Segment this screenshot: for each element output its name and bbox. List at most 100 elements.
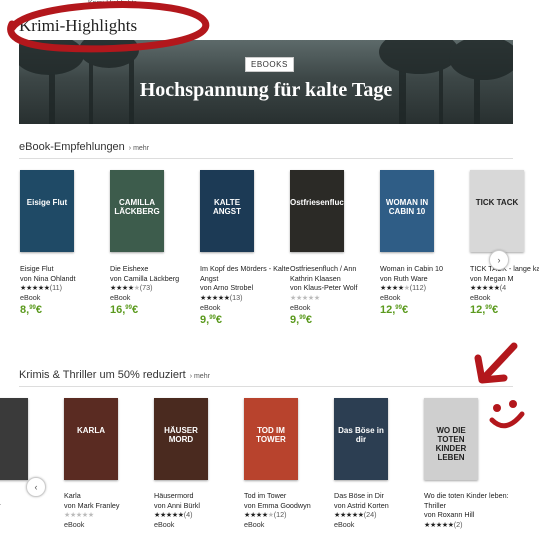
price-cents: 99 xyxy=(299,314,306,321)
price-main: 12, xyxy=(470,303,486,316)
cover-title: TICK TACK xyxy=(475,198,519,207)
carousel-prev-button[interactable]: ‹ xyxy=(26,477,46,497)
book-item[interactable]: Woman in Cabin 10 von Ruth Ware ★★★★★(112)… xyxy=(380,264,470,318)
star-rating-icon: ★★★★★ xyxy=(64,510,94,520)
book-title[interactable]: Woman in Cabin 10 xyxy=(380,264,470,274)
rating-count: (24) xyxy=(363,510,377,520)
book-item[interactable]: Tod im Tower von Emma Goodwyn ★★★★★(12) eBo… xyxy=(244,491,334,530)
rating: ★★★★★(24) xyxy=(334,510,424,520)
book-format: eBook xyxy=(110,293,131,303)
book-price: 9,99€ xyxy=(200,313,290,328)
book-cover[interactable]: KARLA xyxy=(64,398,118,480)
book-format: eBook xyxy=(200,302,221,312)
book-author[interactable]: von Camilla Läckberg xyxy=(110,274,200,284)
book-price: 9,99€ xyxy=(290,313,380,328)
page-title: Krimi-Highlights xyxy=(19,16,138,35)
book-item[interactable]: Im Kopf des Mörders - Kalte Angst von Arn… xyxy=(200,264,290,327)
star-rating-icon: ★★★★★ xyxy=(424,520,454,530)
price-cents: 99 xyxy=(125,304,132,311)
book-price: 12,99€ xyxy=(380,303,470,318)
rating: ★★★★★(13) xyxy=(200,293,290,303)
star-rating-icon: ★★★★★ xyxy=(380,283,410,293)
book-author[interactable]: von Mark Franley xyxy=(64,501,154,511)
book-author[interactable]: von Anni Bürkl xyxy=(154,501,244,511)
rating-count: (12) xyxy=(273,510,287,520)
book-cover[interactable]: WOMAN IN CABIN 10 xyxy=(380,170,434,252)
book-author[interactable]: von Arno Strobel xyxy=(200,283,290,293)
price-cents: 99 xyxy=(209,314,216,321)
book-title[interactable]: Häusermord xyxy=(154,491,244,501)
rating-count: (4 xyxy=(499,283,507,293)
price-currency: € xyxy=(491,303,499,316)
rating: ★★★★★(4 xyxy=(470,283,539,293)
book-title[interactable]: Karla xyxy=(64,491,154,501)
book-item[interactable]: Karla von Mark Franley ★★★★★ eBook xyxy=(64,491,154,530)
book-cover[interactable]: Eisige Flut xyxy=(20,170,74,252)
cover-title: WO DIE TOTEN KINDER LEBEN xyxy=(435,426,467,462)
book-author[interactable]: von Roxann Hill xyxy=(424,510,514,520)
section-heading-recommendations: eBook-Empfehlungen › mehr xyxy=(19,141,149,153)
book-cover[interactable]: Ostfriesenfluch xyxy=(290,170,344,252)
book-item[interactable]: Eisige Flut von Nina Ohlandt ★★★★★(11) eBoo… xyxy=(20,264,110,318)
book-author[interactable]: von Astrid Korten xyxy=(334,501,424,511)
book-author[interactable]: von Nina Ohlandt xyxy=(20,274,110,284)
rating: ★★★★★(4) xyxy=(154,510,244,520)
hero-banner[interactable]: EBOOKS Hochspannung für kalte Tage xyxy=(19,40,513,124)
book-item[interactable]: TICK TACK - lange kannstvon Megan M★★★★★… xyxy=(470,264,539,318)
section-title: eBook-Empfehlungen xyxy=(19,141,125,153)
book-cover[interactable]: KALTE ANGST xyxy=(200,170,254,252)
book-title[interactable]: Im Kopf des Mörders - Kalte Angst xyxy=(200,264,290,283)
section-title: Krimis & Thriller um 50% reduziert xyxy=(19,369,186,381)
book-author[interactable]: von Emma Goodwyn xyxy=(244,501,334,511)
book-item[interactable]: Ostfriesenfluch / Ann Kathrin Klaasen von… xyxy=(290,264,380,327)
price-main: 16, xyxy=(110,303,126,316)
breadcrumb[interactable]: Krimi-Highlights xyxy=(88,0,137,7)
book-item[interactable]: Wo die toten Kinder leben: Thriller von R… xyxy=(424,491,514,530)
book-cover[interactable]: CAMILLA LÄCKBERG xyxy=(110,170,164,252)
price-main: 9, xyxy=(200,313,210,326)
book-item[interactable]: Häusermord von Anni Bürkl ★★★★★(4) eBook xyxy=(154,491,244,530)
star-rating-icon: ★★★★★ xyxy=(244,510,274,520)
star-rating-icon: ★★★★★ xyxy=(110,283,140,293)
book-title[interactable]: Wo die toten Kinder leben: Thriller xyxy=(424,491,514,510)
star-rating-icon: ★★★★★ xyxy=(470,283,500,293)
price-main: 9, xyxy=(290,313,300,326)
book-format: eBook xyxy=(154,520,175,530)
carousel-next-button[interactable]: › xyxy=(489,250,509,270)
star-rating-icon: ★★★★★ xyxy=(334,510,364,520)
price-cents: 99 xyxy=(395,304,402,311)
cover-title: KALTE ANGST xyxy=(213,198,241,216)
price-currency: € xyxy=(131,303,139,316)
book-title[interactable]: Die Eishexe xyxy=(110,264,200,274)
book-author[interactable]: von Megan M xyxy=(470,274,539,284)
book-title[interactable]: Tod im Tower xyxy=(244,491,334,501)
book-cover[interactable]: TICK TACK xyxy=(470,170,524,252)
book-author[interactable]: von Ruth Ware xyxy=(380,274,470,284)
rating: ★★★★★(2) xyxy=(424,520,514,530)
more-link[interactable]: › mehr xyxy=(129,145,149,152)
price-main: 8, xyxy=(20,303,30,316)
book-title[interactable]: Eisige Flut xyxy=(20,264,110,274)
book-author[interactable]: Weidner xyxy=(0,501,64,511)
book-cover[interactable]: HÄUSER MORD xyxy=(154,398,208,480)
more-link[interactable]: › mehr xyxy=(190,373,210,380)
cover-title: WOMAN IN CABIN 10 xyxy=(385,198,429,216)
book-item[interactable]: Die Eishexe von Camilla Läckberg ★★★★★(73)… xyxy=(110,264,200,318)
book-format: eBook xyxy=(334,520,355,530)
book-item[interactable]: Das Böse in Dir von Astrid Korten ★★★★★(24… xyxy=(334,491,424,530)
book-author[interactable]: von Klaus-Peter Wolf xyxy=(290,283,380,293)
rating: ★★★★★(73) xyxy=(110,283,200,293)
book-cover[interactable]: TOD IM TOWER xyxy=(244,398,298,480)
star-rating-icon: ★★★★★ xyxy=(154,510,184,520)
book-cover[interactable]: Das Böse in dir xyxy=(334,398,388,480)
book-cover[interactable] xyxy=(0,398,28,480)
ebooks-chip[interactable]: EBOOKS xyxy=(245,57,294,72)
book-format: eBook xyxy=(20,293,41,303)
book-title[interactable]: Ostfriesenfluch / Ann Kathrin Klaasen xyxy=(290,264,380,283)
rating-count: (4) xyxy=(183,510,193,520)
book-price: 8,99€ xyxy=(20,303,110,318)
divider xyxy=(19,158,513,159)
book-title[interactable]: Das Böse in Dir xyxy=(334,491,424,501)
cover-title: HÄUSER MORD xyxy=(164,426,198,444)
book-cover[interactable]: WO DIE TOTEN KINDER LEBEN xyxy=(424,398,478,480)
